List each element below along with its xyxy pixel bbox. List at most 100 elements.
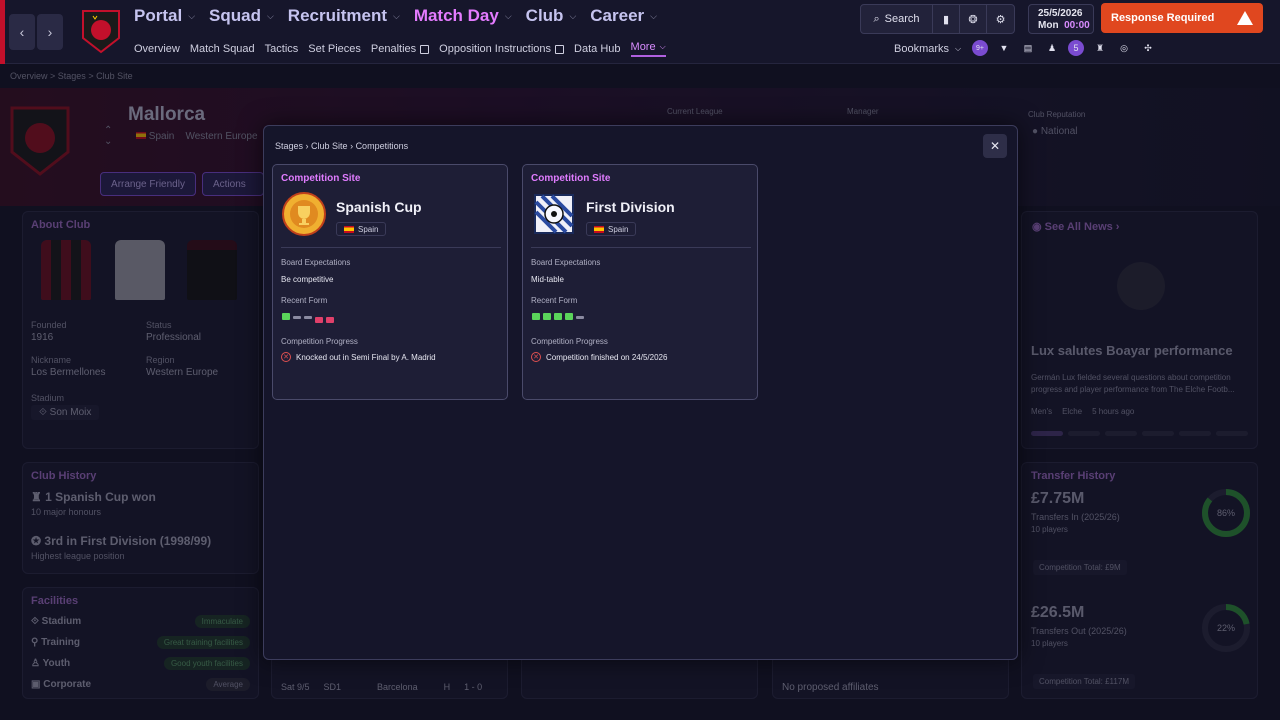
chevron-down-icon: ⌵ (659, 42, 666, 51)
day-text: Mon (1038, 20, 1059, 31)
form-result-w (543, 313, 551, 320)
card-title: Competition Site (281, 173, 361, 184)
breadcrumb-item[interactable]: Stages (275, 141, 303, 151)
date-text: 25/5/2026 (1038, 8, 1083, 19)
nav-label: Career (590, 6, 645, 25)
nav-squad[interactable]: Squad ⌵ (209, 6, 274, 26)
first-division-logo-icon (534, 194, 574, 234)
close-button[interactable]: ✕ (983, 134, 1007, 158)
chevron-down-icon: ⌵ (266, 10, 274, 21)
chevron-down-icon: ⌵ (188, 10, 196, 21)
competition-name: Spanish Cup (336, 199, 422, 215)
form-result-w (282, 313, 290, 320)
main-nav: Portal ⌵ Squad ⌵ Recruitment ⌵ Match Day ⌵ C… (134, 6, 671, 26)
competition-progress-text: Knocked out in Semi Final by A. Madrid (296, 352, 436, 362)
spain-flag-icon (594, 225, 604, 233)
shirt-icon[interactable]: ▼ (996, 40, 1012, 56)
response-required-button[interactable]: Response Required (1101, 3, 1263, 33)
form-result-l (326, 317, 334, 323)
eliminated-icon: ✕ (281, 352, 291, 362)
subnav-overview[interactable]: Overview (134, 41, 180, 57)
nav-label: Match Day (413, 6, 499, 25)
nav-recruitment[interactable]: Recruitment ⌵ (288, 6, 400, 26)
nation-badge: Spain (336, 222, 387, 236)
competition-progress-label: Competition Progress (281, 337, 358, 346)
nav-label: Squad (209, 6, 261, 25)
forward-button[interactable]: › (37, 14, 63, 50)
spanish-cup-logo-icon (282, 192, 326, 236)
chevron-left-icon: ‹ (19, 24, 25, 40)
scout-icon[interactable]: ◎ (1116, 40, 1132, 56)
search-icon: ⌕ (873, 12, 880, 25)
modal-breadcrumb: Stages › Club Site › Competitions (275, 141, 409, 151)
recent-form (532, 313, 584, 320)
nav-label: Recruitment (287, 6, 387, 25)
warning-icon (1237, 11, 1253, 25)
subnav-data-hub[interactable]: Data Hub (574, 41, 620, 57)
breadcrumb-item: Competitions (355, 141, 409, 151)
notification-icon[interactable]: 5 (1068, 40, 1084, 56)
search-label: Search (884, 13, 920, 25)
subnav-label: More (630, 41, 656, 53)
brain-icon: ❂ (968, 13, 978, 26)
spain-flag-icon (344, 225, 354, 233)
nation-label: Spain (358, 224, 379, 234)
trophy-icon[interactable]: ♜ (1092, 40, 1108, 56)
settings-button[interactable]: ⚙ (987, 5, 1014, 33)
nav-club[interactable]: Club ⌵ (526, 6, 577, 26)
bookmark-button[interactable]: ▮ (933, 5, 960, 33)
form-result-l (315, 317, 323, 323)
bookmarks-dropdown[interactable]: Bookmarks ⌵ (894, 43, 961, 55)
search-group: ⌕ Search ▮ ❂ ⚙ (860, 4, 1015, 34)
staff-icon[interactable]: ✣ (1140, 40, 1156, 56)
nav-portal[interactable]: Portal ⌵ (134, 6, 195, 26)
recent-form (282, 313, 334, 323)
competition-progress-label: Competition Progress (531, 337, 608, 346)
inbox-icon[interactable]: 9+ (972, 40, 988, 56)
competition-card-first-division[interactable]: Competition Site First Division Spain Bo… (522, 164, 758, 400)
bookmark-icon: ▮ (942, 13, 950, 26)
response-label: Response Required (1111, 12, 1215, 24)
subnav-more[interactable]: More ⌵ (630, 41, 666, 57)
subnav-label: Penalties (370, 43, 417, 55)
subnav-tactics[interactable]: Tactics (265, 41, 299, 57)
tactics-icon[interactable]: ♟ (1044, 40, 1060, 56)
subnav-match-squad[interactable]: Match Squad (190, 41, 255, 57)
back-button[interactable]: ‹ (9, 14, 35, 50)
gear-icon: ⚙ (995, 13, 1006, 26)
sub-nav: Overview Match Squad Tactics Set Pieces … (134, 41, 676, 57)
club-crest-icon[interactable] (80, 8, 122, 54)
subnav-opposition-instructions[interactable]: Opposition Instructions (439, 41, 565, 57)
form-result-w (565, 313, 573, 320)
chevron-down-icon: ⌵ (650, 10, 657, 21)
finished-icon: ✕ (531, 352, 541, 362)
subnav-set-pieces[interactable]: Set Pieces (308, 41, 361, 57)
nation-label: Spain (608, 224, 629, 234)
nav-label: Portal (134, 6, 183, 25)
document-icon[interactable]: ▤ (1020, 40, 1036, 56)
bookmarks-label: Bookmarks (894, 43, 950, 55)
nav-career[interactable]: Career ⌵ (590, 6, 657, 26)
chevron-down-icon: ⌵ (569, 10, 577, 21)
time-text: 00:00 (1064, 20, 1090, 31)
nav-label: Club (525, 6, 564, 25)
nav-match-day[interactable]: Match Day ⌵ (414, 6, 512, 26)
breadcrumb-item[interactable]: Club Site (311, 141, 348, 151)
brain-button[interactable]: ❂ (960, 5, 987, 33)
competition-card-spanish-cup[interactable]: Competition Site Spanish Cup Spain Board… (272, 164, 508, 400)
recent-form-label: Recent Form (281, 296, 328, 305)
date-display[interactable]: 25/5/2026 Mon 00:00 (1028, 4, 1094, 34)
competition-progress: ✕ Competition finished on 24/5/2026 (531, 352, 667, 362)
chevron-down-icon: ⌵ (504, 10, 512, 21)
close-icon: ✕ (989, 139, 1001, 153)
subnav-penalties[interactable]: Penalties (370, 41, 430, 57)
form-result-d (304, 316, 312, 319)
search-button[interactable]: ⌕ Search (861, 5, 933, 33)
nation-badge: Spain (586, 222, 637, 236)
form-result-d (576, 316, 584, 319)
external-link-icon (420, 44, 430, 54)
board-expectation-value: Be competitive (281, 275, 334, 284)
competition-name: First Division (586, 199, 675, 215)
board-expectation-value: Mid-table (531, 275, 564, 284)
form-result-w (554, 313, 562, 320)
